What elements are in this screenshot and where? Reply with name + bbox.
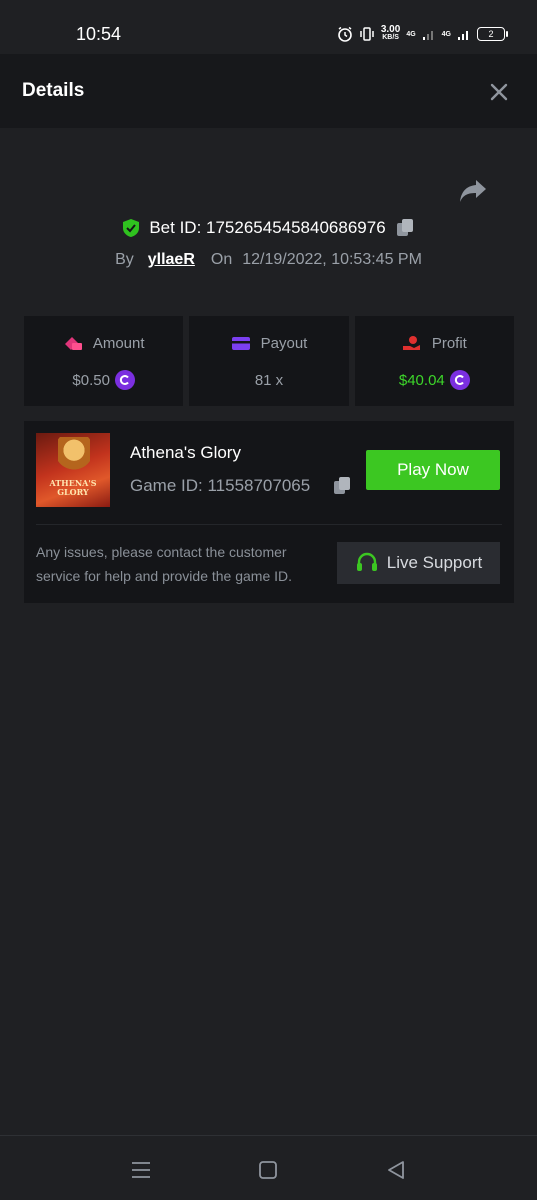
home-icon[interactable] <box>256 1158 280 1182</box>
status-time: 10:54 <box>76 24 122 44</box>
details-header: Details <box>0 54 537 128</box>
by-label: By <box>115 251 134 268</box>
on-label: On <box>210 251 233 268</box>
profit-card: Profit $40.04 <box>354 316 514 406</box>
page-title: Details <box>22 80 85 101</box>
profit-value: $40.04 <box>398 371 445 389</box>
payout-card-icon <box>231 337 250 350</box>
live-support-button[interactable]: Live Support <box>337 542 500 584</box>
payout-label: Payout <box>260 334 308 352</box>
user-link[interactable]: yllaeR <box>148 251 195 269</box>
profit-label: Profit <box>431 334 467 352</box>
net-speed-unit: KB/S <box>382 34 399 41</box>
profit-hand-icon <box>402 336 420 350</box>
bet-id: Bet ID: 1752654545840686976 <box>149 218 386 237</box>
divider <box>36 524 502 525</box>
back-icon[interactable] <box>384 1158 408 1182</box>
menu-icon[interactable] <box>129 1158 153 1182</box>
system-nav-bar <box>0 1135 537 1200</box>
copy-bet-id-icon[interactable] <box>394 217 416 239</box>
network-type-1: 4G <box>406 30 416 38</box>
share-icon[interactable] <box>458 178 488 204</box>
bet-id-row: Bet ID: 1752654545840686976 <box>0 216 537 240</box>
alarm-icon <box>338 26 352 42</box>
amount-card: Amount $0.50 <box>24 316 184 406</box>
game-card: ATHENA'S GLORY Athena's Glory Game ID: 1… <box>24 421 514 603</box>
amount-icon <box>64 337 82 350</box>
bet-stats: Amount $0.50 Payout 81 x Profit $40.04 <box>24 316 514 406</box>
status-bar: 10:54 3.00 KB/S 4G 4G 2 <box>0 0 537 54</box>
headset-icon <box>356 552 377 571</box>
thumbnail-figure <box>58 437 90 481</box>
signal-icon-2 <box>458 31 468 40</box>
game-name: Athena's Glory <box>130 443 241 462</box>
close-icon[interactable] <box>487 80 511 104</box>
payout-card: Payout 81 x <box>189 316 349 406</box>
net-speed: 3.00 KB/S <box>380 24 401 42</box>
amount-label: Amount <box>92 334 145 352</box>
copy-game-id-icon[interactable] <box>331 475 353 497</box>
verified-shield-icon <box>123 219 140 237</box>
amount-value: $0.50 <box>72 371 110 389</box>
support-help-text: Any issues, please contact the customer … <box>36 544 293 584</box>
coin-icon <box>449 370 470 390</box>
bet-datetime: 12/19/2022, 10:53:45 PM <box>242 251 422 268</box>
live-support-label: Live Support <box>386 553 483 572</box>
game-thumbnail[interactable]: ATHENA'S GLORY <box>36 433 110 507</box>
status-icons: 3.00 KB/S 4G 4G 2 <box>337 24 508 44</box>
bet-byline: By yllaeR On 12/19/2022, 10:53:45 PM <box>0 248 537 272</box>
vibrate-icon <box>360 27 374 41</box>
battery-icon: 2 <box>477 27 508 41</box>
game-id: Game ID: 11558707065 <box>130 476 311 495</box>
thumbnail-title: ATHENA'S GLORY <box>49 478 97 497</box>
network-type-2: 4G <box>441 30 451 38</box>
payout-value: 81 x <box>254 371 284 389</box>
signal-icon <box>422 31 433 40</box>
coin-icon <box>114 370 135 390</box>
play-now-button[interactable]: Play Now <box>366 450 500 490</box>
net-speed-value: 3.00 <box>380 24 401 35</box>
